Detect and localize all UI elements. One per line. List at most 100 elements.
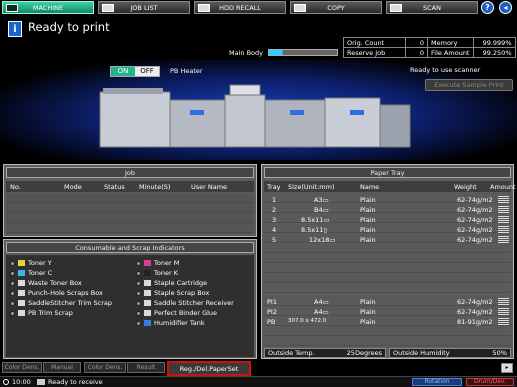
glue-icon bbox=[143, 309, 152, 317]
main-body-meter bbox=[268, 49, 338, 56]
drum-dev-indicator[interactable]: Drum/Dev. bbox=[466, 378, 514, 386]
pi-tray-list: PI1 A4▭ Plain 62-74g/m2 PI2 A4▭ Plain 62-74g/m… bbox=[264, 296, 511, 346]
job-panel: Job No. Mode Status Minute(S) User Name bbox=[3, 164, 257, 237]
counter-table: Orig. Count 0 Memory 99.999% Reserve Job 0 Fi… bbox=[343, 37, 516, 58]
tab-machine[interactable]: MACHINE bbox=[2, 1, 94, 14]
tray-list: 1 A3▭ Plain 62-74g/m2 2 B4▭ Plain 62-74g/m2 38… bbox=[264, 193, 511, 293]
tray-row[interactable]: 3 8.5x11▭ Plain 62-74g/m2 bbox=[264, 215, 511, 225]
amount-meter-icon bbox=[498, 308, 509, 315]
pb-heater-toggle[interactable]: ON OFF bbox=[110, 66, 160, 77]
status-dot-icon bbox=[136, 320, 141, 326]
clock-icon bbox=[3, 379, 9, 385]
status-dot-icon bbox=[10, 300, 15, 306]
col-no: No. bbox=[10, 183, 21, 191]
amount-meter-icon bbox=[498, 196, 509, 203]
consumable-humidifier-tank: Humidifier Tank bbox=[136, 318, 205, 328]
saddle-icon bbox=[143, 299, 152, 307]
col-user-name: User Name bbox=[191, 183, 228, 191]
consumable-punch-hole-scraps: Punch-Hole Scraps Box bbox=[10, 288, 103, 298]
scanner-status: Ready to use scanner bbox=[410, 66, 481, 74]
color-density-manual-button[interactable]: Color Dens. bbox=[2, 362, 42, 373]
tray-row[interactable]: 2 B4▭ Plain 62-74g/m2 bbox=[264, 205, 511, 215]
outside-temp: Outside Temp. 25Degrees bbox=[264, 348, 386, 358]
col-status: Status bbox=[104, 183, 125, 191]
status-dot-icon bbox=[136, 280, 141, 286]
help-icon[interactable]: ? bbox=[481, 1, 494, 14]
consumable-staple-scrap-box: Staple Scrap Box bbox=[136, 288, 209, 298]
status-dot-icon bbox=[10, 270, 15, 276]
col-name: Name bbox=[360, 183, 380, 191]
volume-icon[interactable]: ◂ bbox=[499, 1, 512, 14]
amount-meter-icon bbox=[498, 206, 509, 213]
outside-humidity: Outside Humidity 50% bbox=[389, 348, 511, 358]
status-dot-icon bbox=[136, 270, 141, 276]
tray-row[interactable]: PB 307.0 x 472.0 Plain 81-91g/m2 bbox=[264, 317, 511, 327]
toner-icon bbox=[143, 259, 152, 267]
col-amount: Amount bbox=[490, 183, 516, 191]
tray-row[interactable]: 1 A3▭ Plain 62-74g/m2 bbox=[264, 195, 511, 205]
consumable-staple-cartridge: Staple Cartridge bbox=[136, 278, 207, 288]
status-dot-icon bbox=[136, 310, 141, 316]
paper-tray-title: Paper Tray bbox=[264, 167, 511, 178]
job-header-row: No. Mode Status Minute(S) User Name bbox=[6, 181, 254, 192]
hdd-icon bbox=[198, 4, 210, 12]
amount-meter-icon bbox=[498, 318, 509, 325]
main-body-label: Main Body bbox=[229, 49, 263, 57]
scroll-right-button[interactable]: ▸ bbox=[501, 363, 513, 373]
trim-icon bbox=[17, 299, 26, 307]
col-minute: Minute(S) bbox=[139, 183, 171, 191]
col-tray: Tray bbox=[267, 183, 281, 191]
status-dot-icon bbox=[10, 290, 15, 296]
punch-icon bbox=[17, 289, 26, 297]
status-dot-icon bbox=[136, 290, 141, 296]
status-bar: 10:00 Ready to receive Rotation Drum/Dev… bbox=[0, 376, 517, 387]
consumable-saddle-receiver: Saddle Stitcher Receiver bbox=[136, 298, 234, 308]
rotation-indicator[interactable]: Rotation bbox=[412, 378, 462, 386]
consumable-pb-trim-scrap: PB Trim Scrap bbox=[10, 308, 73, 318]
consumable-toner-y: Toner Y bbox=[10, 258, 52, 268]
pb-heater-label: PB Heater bbox=[170, 67, 203, 75]
box-icon bbox=[17, 279, 26, 287]
consumable-saddle-trim-scrap: SaddleStitcher Trim Scrap bbox=[10, 298, 112, 308]
status-dot-icon bbox=[136, 300, 141, 306]
amount-meter-icon bbox=[498, 226, 509, 233]
tab-job-list[interactable]: JOB LIST bbox=[98, 1, 190, 14]
amount-meter-icon bbox=[498, 298, 509, 305]
info-icon: i bbox=[8, 21, 22, 37]
tray-row[interactable]: 4 8.5x11▯ Plain 62-74g/m2 bbox=[264, 225, 511, 235]
trim-icon bbox=[17, 309, 26, 317]
heater-off-button[interactable]: OFF bbox=[135, 67, 159, 76]
scan-icon bbox=[390, 4, 402, 12]
reg-del-paperset-button[interactable]: Reg./Del.PaperSet bbox=[167, 361, 251, 376]
tab-scan[interactable]: SCAN bbox=[386, 1, 478, 14]
tray-row[interactable]: PI1 A4▭ Plain 62-74g/m2 bbox=[264, 297, 511, 307]
status-dot-icon bbox=[10, 280, 15, 286]
toner-icon bbox=[17, 269, 26, 277]
consumable-waste-toner-box: Waste Toner Box bbox=[10, 278, 82, 288]
status-dot-icon bbox=[136, 260, 141, 266]
color-density-result-button[interactable]: Color Dens. bbox=[84, 362, 126, 373]
col-mode: Mode bbox=[64, 183, 82, 191]
tab-copy[interactable]: COPY bbox=[290, 1, 382, 14]
heater-on-button[interactable]: ON bbox=[111, 67, 135, 76]
staple-icon bbox=[143, 279, 152, 287]
job-list-icon bbox=[102, 4, 114, 12]
status-message: Ready to print bbox=[28, 20, 110, 34]
job-list[interactable] bbox=[6, 193, 254, 234]
result-button[interactable]: Result bbox=[127, 362, 165, 373]
execute-sample-print-button[interactable]: Execute Sample Print bbox=[425, 79, 513, 91]
footer-status: Ready to receive bbox=[48, 378, 103, 386]
network-icon bbox=[37, 379, 45, 385]
manual-button[interactable]: Manual bbox=[43, 362, 81, 373]
tray-row[interactable]: 5 12x18▭ Plain 62-74g/m2 bbox=[264, 235, 511, 245]
tank-icon bbox=[143, 319, 152, 327]
toner-icon bbox=[17, 259, 26, 267]
col-weight: Weight bbox=[454, 183, 477, 191]
tray-row[interactable]: PI2 A4▭ Plain 62-74g/m2 bbox=[264, 307, 511, 317]
amount-meter-icon bbox=[498, 236, 509, 243]
status-dot-icon bbox=[10, 260, 15, 266]
amount-meter-icon bbox=[498, 216, 509, 223]
job-panel-title: Job bbox=[6, 167, 254, 178]
tab-hdd-recall[interactable]: HDD RECALL bbox=[194, 1, 286, 14]
machine-image-area bbox=[0, 60, 517, 160]
